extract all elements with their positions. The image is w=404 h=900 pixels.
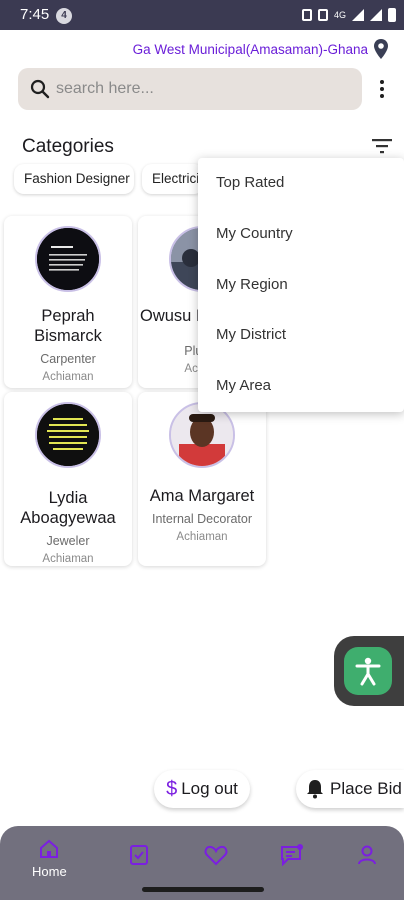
- battery-icon: [388, 8, 396, 22]
- filter-menu: Top Rated My Country My Region My Distri…: [198, 158, 404, 412]
- system-icons: 4G: [301, 8, 396, 22]
- nav-home-label: Home: [32, 864, 67, 879]
- worker-name: Ama Margaret: [149, 487, 255, 505]
- menu-item-my-area[interactable]: My Area: [198, 361, 404, 412]
- heart-icon: [204, 845, 228, 866]
- chat-icon: [281, 844, 303, 866]
- worker-card[interactable]: Peprah Bismarck Carpenter Achiaman: [4, 216, 132, 388]
- avatar-image: [37, 404, 99, 466]
- status-time: 7:45: [20, 6, 50, 23]
- avatar: [35, 402, 101, 468]
- logout-button[interactable]: $ Log out: [154, 770, 250, 808]
- avatar: [35, 226, 101, 292]
- accessibility-panel: [334, 636, 404, 706]
- worker-card[interactable]: Ama Margaret Internal Decorator Achiaman: [138, 392, 266, 566]
- menu-item-top-rated[interactable]: Top Rated: [198, 158, 404, 209]
- nav-profile[interactable]: [356, 844, 378, 866]
- search-bar[interactable]: search here...: [18, 68, 362, 110]
- nav-tasks[interactable]: [128, 844, 150, 866]
- home-icon: [40, 839, 59, 858]
- search-icon: [30, 79, 50, 99]
- nav-messages[interactable]: [280, 844, 304, 866]
- accessibility-button[interactable]: [344, 647, 392, 695]
- notification-badge: 4: [56, 8, 72, 24]
- network-type: 4G: [333, 10, 346, 20]
- place-bid-button[interactable]: Place Bid: [296, 770, 404, 808]
- gesture-handle: [142, 887, 264, 892]
- worker-name: Peprah Bismarck: [34, 307, 102, 345]
- profile-icon: [358, 845, 376, 865]
- menu-item-my-district[interactable]: My District: [198, 310, 404, 361]
- location-text: Ga West Municipal(Amasaman)-Ghana: [132, 41, 368, 57]
- filter-icon[interactable]: [372, 138, 392, 154]
- location-pin-icon: [374, 39, 388, 59]
- worker-area: Achiaman: [176, 531, 228, 543]
- place-bid-label: Place Bid: [330, 779, 402, 798]
- signal-icon: [352, 9, 364, 21]
- category-chip-fashion-designer[interactable]: Fashion Designer: [14, 164, 134, 194]
- nav-favorites[interactable]: [204, 844, 228, 866]
- dollar-icon: $: [166, 777, 178, 800]
- worker-card[interactable]: Lydia Aboagyewaa Jeweler Achiaman: [4, 392, 132, 566]
- location-header[interactable]: Ga West Municipal(Amasaman)-Ghana: [133, 38, 390, 60]
- task-icon: [130, 845, 148, 865]
- worker-name: Lydia Aboagyewaa: [20, 489, 116, 527]
- search-input[interactable]: search here...: [56, 80, 154, 98]
- nav-home[interactable]: Home: [32, 838, 67, 879]
- worker-area: Achiaman: [42, 371, 94, 383]
- more-options-icon[interactable]: [378, 80, 386, 100]
- worker-profession: Carpenter: [40, 352, 96, 366]
- sim-icon: [301, 9, 312, 21]
- category-chip-electrician[interactable]: Electrici: [142, 164, 204, 194]
- menu-item-my-region[interactable]: My Region: [198, 260, 404, 311]
- status-bar: 7:45 4 4G: [0, 0, 404, 30]
- alarm-icon: [317, 9, 328, 21]
- avatar-image: [171, 404, 233, 466]
- logout-label: Log out: [181, 779, 238, 798]
- menu-item-my-country[interactable]: My Country: [198, 209, 404, 260]
- avatar-image: [37, 228, 99, 290]
- categories-title: Categories: [22, 136, 114, 157]
- worker-profession: Jeweler: [46, 534, 90, 548]
- signal-icon-2: [370, 9, 382, 21]
- worker-profession: Internal Decorator: [151, 512, 253, 526]
- worker-area: Achiaman: [42, 553, 94, 565]
- bell-icon: [307, 780, 323, 799]
- accessibility-icon: [355, 657, 381, 686]
